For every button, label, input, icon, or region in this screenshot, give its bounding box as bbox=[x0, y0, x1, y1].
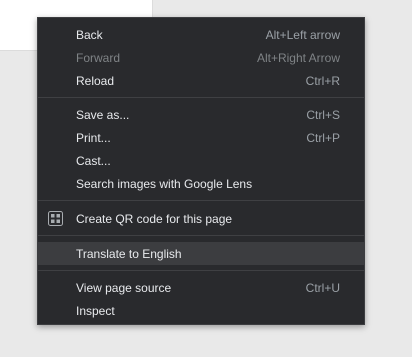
menu-item-label: Translate to English bbox=[76, 246, 182, 261]
menu-item-label: Save as... bbox=[76, 107, 130, 122]
menu-item-label: Inspect bbox=[76, 303, 115, 318]
menu-item-label: Create QR code for this page bbox=[76, 211, 233, 226]
menu-separator bbox=[38, 97, 364, 98]
menu-item-label: Search images with Google Lens bbox=[76, 176, 253, 191]
menu-item-label: Reload bbox=[76, 73, 115, 88]
menu-item-shortcut: Alt+Right Arrow bbox=[256, 50, 340, 65]
menu-item-shortcut: Ctrl+P bbox=[306, 130, 340, 145]
menu-item-cast[interactable]: Cast... bbox=[38, 149, 364, 172]
menu-item-inspect[interactable]: Inspect bbox=[38, 299, 364, 322]
menu-item-label: Cast... bbox=[76, 153, 111, 168]
menu-separator bbox=[38, 200, 364, 201]
menu-item-create-qr-code[interactable]: Create QR code for this page bbox=[38, 207, 364, 230]
menu-item-translate-to-english[interactable]: Translate to English bbox=[38, 242, 364, 265]
menu-separator bbox=[38, 270, 364, 271]
menu-item-label: View page source bbox=[76, 280, 172, 295]
menu-item-shortcut: Ctrl+U bbox=[305, 280, 340, 295]
menu-item-shortcut: Ctrl+S bbox=[306, 107, 340, 122]
menu-item-shortcut: Ctrl+R bbox=[305, 73, 340, 88]
menu-separator bbox=[38, 235, 364, 236]
menu-item-label: Back bbox=[76, 27, 103, 42]
menu-item-print[interactable]: Print... Ctrl+P bbox=[38, 126, 364, 149]
menu-item-shortcut: Alt+Left arrow bbox=[265, 27, 340, 42]
menu-item-view-page-source[interactable]: View page source Ctrl+U bbox=[38, 276, 364, 299]
menu-item-label: Forward bbox=[76, 50, 121, 65]
context-menu: Back Alt+Left arrow Forward Alt+Right Ar… bbox=[37, 17, 365, 325]
menu-item-forward: Forward Alt+Right Arrow bbox=[38, 46, 364, 69]
menu-item-label: Print... bbox=[76, 130, 111, 145]
menu-item-back[interactable]: Back Alt+Left arrow bbox=[38, 23, 364, 46]
qr-code-icon bbox=[48, 211, 63, 226]
menu-item-search-images-google-lens[interactable]: Search images with Google Lens bbox=[38, 172, 364, 195]
menu-item-save-as[interactable]: Save as... Ctrl+S bbox=[38, 103, 364, 126]
menu-item-reload[interactable]: Reload Ctrl+R bbox=[38, 69, 364, 92]
